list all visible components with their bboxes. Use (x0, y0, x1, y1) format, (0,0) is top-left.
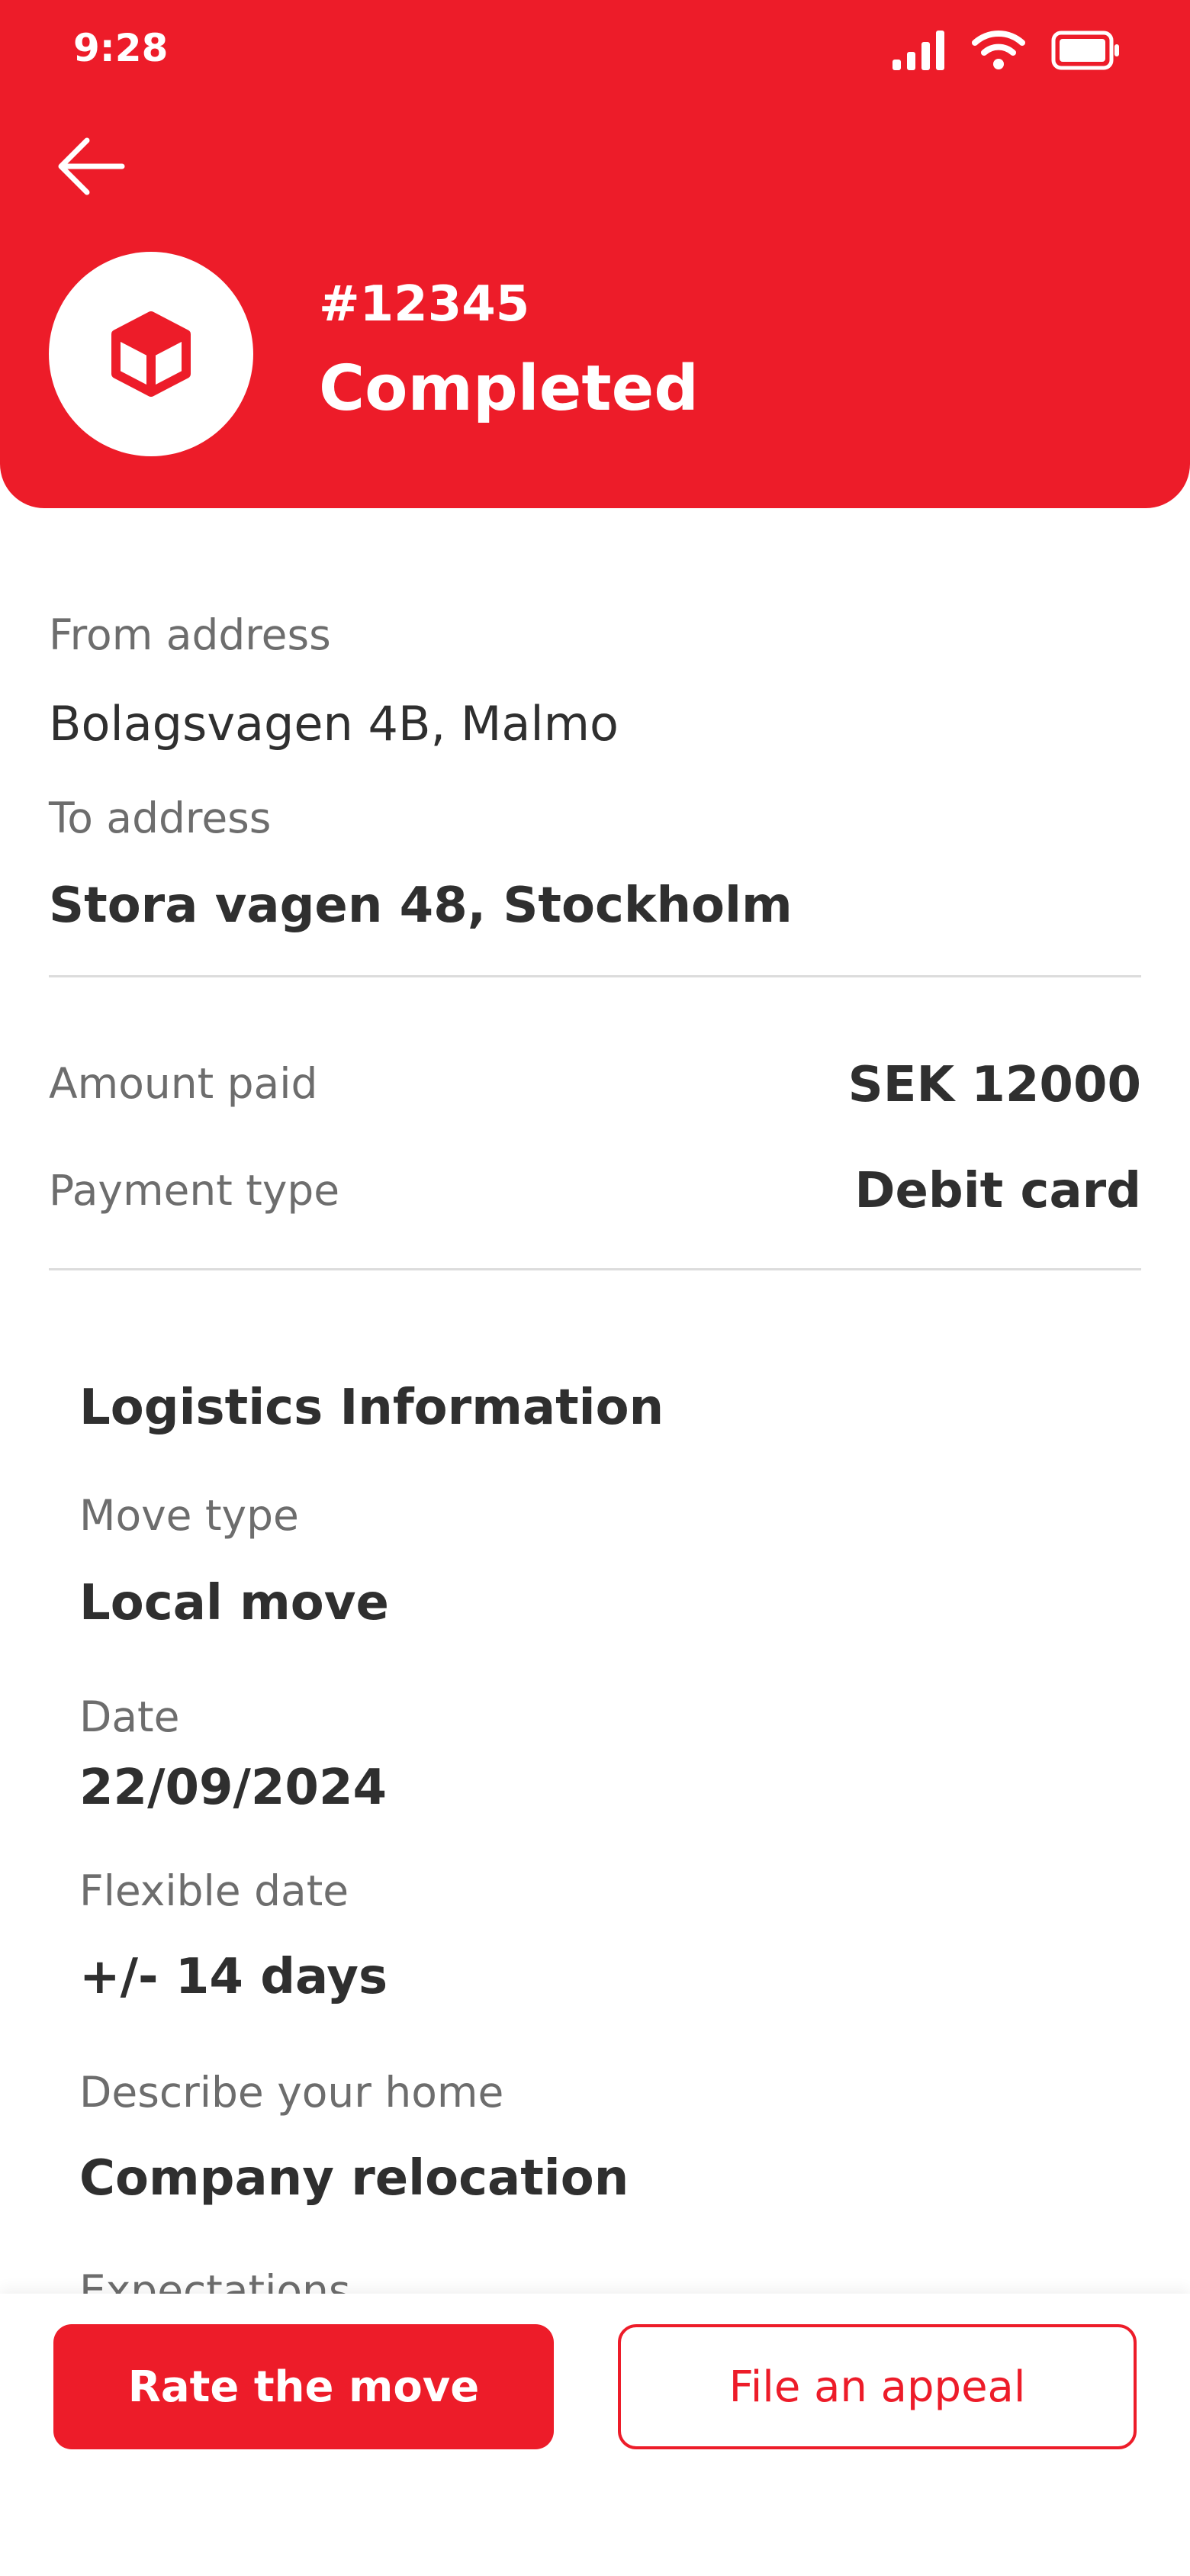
rate-move-button[interactable]: Rate the move (53, 2324, 554, 2449)
to-address-label: To address (49, 794, 272, 842)
package-icon (111, 311, 191, 397)
header: 9:28 #12345 Completed (0, 0, 1190, 508)
divider (49, 1268, 1141, 1270)
logistics-title: Logistics Information (79, 1380, 664, 1436)
date-label: Date (79, 1692, 180, 1741)
payment-type-label: Payment type (49, 1166, 340, 1215)
to-address-value: Stora vagen 48, Stockholm (49, 877, 793, 934)
payment-type-value: Debit card (854, 1163, 1141, 1219)
wifi-icon (972, 31, 1025, 69)
battery-icon (1051, 31, 1119, 70)
from-address-label: From address (49, 610, 331, 659)
signal-icon (892, 31, 944, 70)
amount-paid-label: Amount paid (49, 1059, 318, 1108)
move-type-label: Move type (79, 1491, 299, 1540)
file-appeal-button[interactable]: File an appeal (618, 2324, 1137, 2449)
describe-home-value: Company relocation (79, 2150, 629, 2207)
move-type-value: Local move (79, 1575, 389, 1631)
divider (49, 975, 1141, 977)
status-icons (892, 29, 1120, 70)
order-number: #12345 (319, 276, 530, 333)
flexible-date-value: +/- 14 days (79, 1949, 388, 2005)
describe-home-label: Describe your home (79, 2068, 504, 2117)
from-address-value: Bolagsvagen 4B, Malmo (49, 696, 619, 752)
order-status: Completed (319, 353, 699, 425)
flexible-date-label: Flexible date (79, 1866, 349, 1915)
back-button[interactable] (53, 130, 130, 206)
arrow-left-icon (58, 137, 125, 195)
status-time: 9:28 (73, 26, 169, 70)
amount-paid-value: SEK 12000 (847, 1057, 1141, 1113)
date-value: 22/09/2024 (79, 1760, 387, 1816)
order-avatar (49, 252, 253, 456)
